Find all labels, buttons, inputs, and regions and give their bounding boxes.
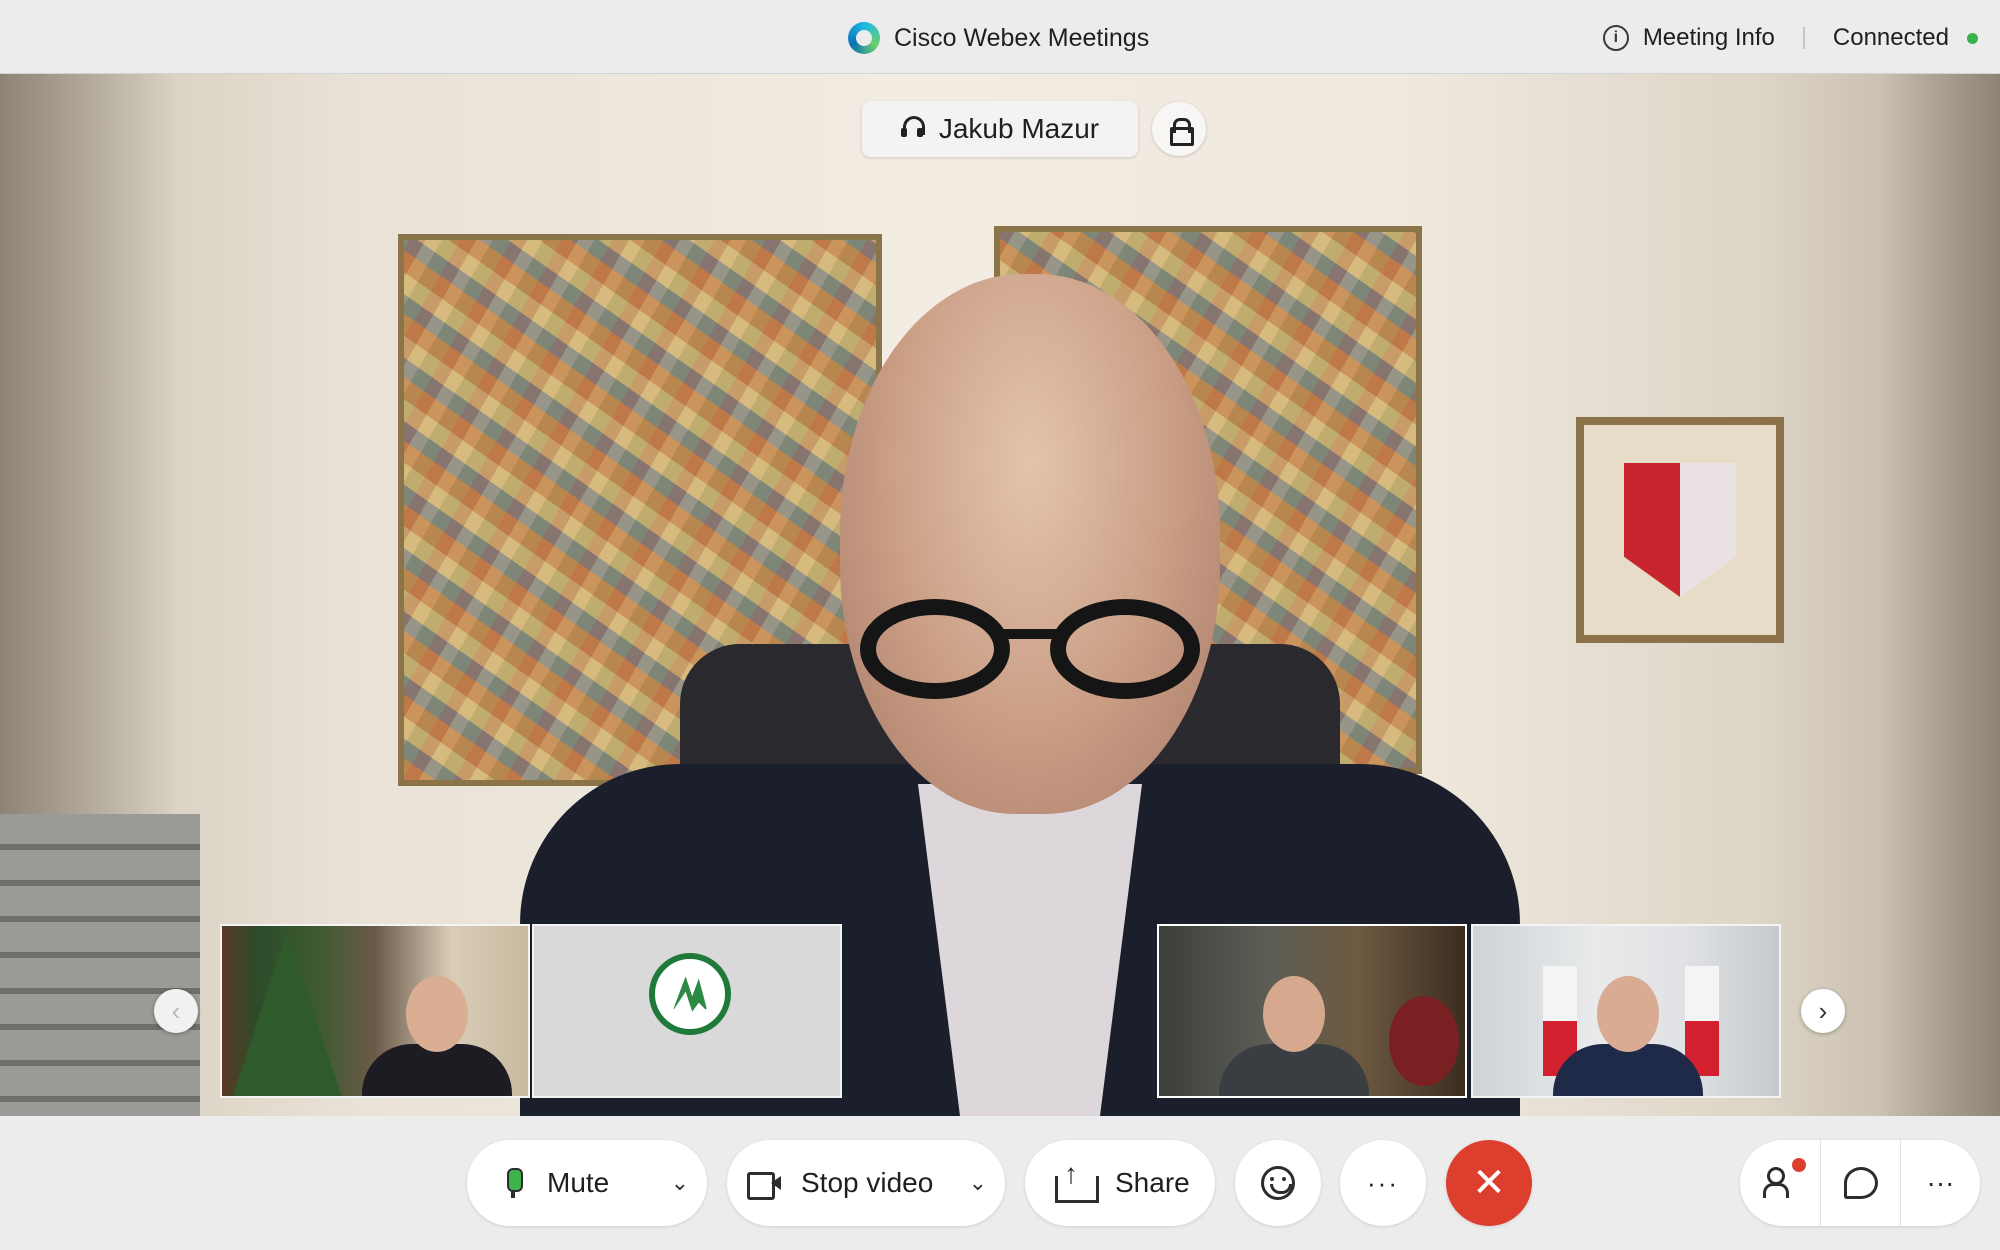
mute-label: Mute xyxy=(547,1167,610,1198)
info-icon: i xyxy=(1602,25,1629,51)
participant-figure xyxy=(1219,976,1369,1096)
share-icon xyxy=(1055,1158,1099,1203)
meeting-info-button[interactable]: i Meeting Info xyxy=(1602,24,1775,52)
divider xyxy=(1802,27,1805,49)
headset-icon xyxy=(900,116,925,142)
app-title-group: Cisco Webex Meetings xyxy=(848,18,1149,58)
participants-icon xyxy=(1763,1167,1797,1199)
webex-logo-icon xyxy=(848,22,880,54)
filmstrip-next-button[interactable]: › xyxy=(1801,989,1845,1033)
chevron-left-icon: ‹ xyxy=(171,995,181,1026)
participant-head xyxy=(1263,976,1325,1052)
meeting-info-label: Meeting Info xyxy=(1642,24,1775,51)
organization-logo xyxy=(649,953,731,1035)
participant-figure xyxy=(362,976,512,1096)
participants-button[interactable] xyxy=(1740,1140,1820,1226)
title-bar: Cisco Webex Meetings i Meeting Info Conn… xyxy=(0,0,2000,74)
participant-figure xyxy=(1553,976,1703,1096)
participant-thumbnail[interactable] xyxy=(532,924,842,1098)
lock-speaker-button[interactable] xyxy=(1152,102,1206,156)
active-speaker-name: Jakub Mazur xyxy=(938,113,1100,144)
notification-badge xyxy=(1792,1158,1806,1172)
chat-icon xyxy=(1843,1167,1878,1199)
reactions-button[interactable] xyxy=(1235,1140,1321,1226)
emoji-icon xyxy=(1261,1166,1295,1200)
video-background xyxy=(1880,74,2000,1116)
chat-button[interactable] xyxy=(1820,1140,1900,1226)
participant-thumbnail[interactable] xyxy=(1471,924,1781,1098)
glasses-lens xyxy=(860,599,1010,699)
participant-thumbnail[interactable] xyxy=(1157,924,1467,1098)
share-label: Share xyxy=(1115,1167,1190,1198)
lock-icon xyxy=(1170,118,1194,146)
pennant-image xyxy=(1624,463,1736,597)
background-framed-pennant xyxy=(1576,417,1784,643)
participant-body xyxy=(1553,1044,1703,1096)
panel-buttons-group: ··· xyxy=(1740,1140,1980,1226)
mute-button[interactable]: Mute ⌄ xyxy=(467,1140,707,1226)
stop-video-button[interactable]: Stop video ⌄ xyxy=(727,1140,1005,1226)
chevron-down-icon[interactable]: ⌄ xyxy=(671,1170,689,1196)
poinsettia-plant xyxy=(1389,996,1459,1086)
microphone-icon xyxy=(505,1168,523,1198)
close-icon: ✕ xyxy=(1472,1161,1506,1205)
connection-status-dot xyxy=(1967,32,1978,44)
share-button[interactable]: Share xyxy=(1025,1140,1215,1226)
more-options-button[interactable]: ··· xyxy=(1340,1140,1426,1226)
participant-head xyxy=(406,976,468,1052)
active-speaker-label: Jakub Mazur xyxy=(862,101,1138,157)
participant-body xyxy=(1219,1044,1369,1096)
connection-status: Connected xyxy=(1832,24,1949,51)
filmstrip-prev-button[interactable]: ‹ xyxy=(154,989,198,1033)
end-meeting-button[interactable]: ✕ xyxy=(1446,1140,1532,1226)
panel-more-button[interactable]: ··· xyxy=(1900,1140,1980,1226)
christmas-tree-image xyxy=(232,932,342,1096)
glasses-lens xyxy=(1050,599,1200,699)
speaker-head xyxy=(840,274,1220,814)
camera-icon xyxy=(747,1172,781,1200)
meeting-controls-bar: Mute ⌄ Stop video ⌄ Share ··· ✕ ··· xyxy=(0,1116,2000,1250)
participant-head xyxy=(1597,976,1659,1052)
more-icon: ··· xyxy=(1926,1167,1955,1198)
speaker-glasses xyxy=(860,599,1200,699)
background-cabinet xyxy=(0,814,200,1116)
stop-video-label: Stop video xyxy=(801,1167,934,1198)
more-icon: ··· xyxy=(1367,1167,1399,1198)
app-title: Cisco Webex Meetings xyxy=(894,23,1150,52)
participant-thumbnail[interactable] xyxy=(220,924,530,1098)
participant-body xyxy=(362,1044,512,1096)
chevron-down-icon[interactable]: ⌄ xyxy=(969,1170,987,1196)
titlebar-right: i Meeting Info Connected xyxy=(1602,18,1978,58)
chevron-right-icon: › xyxy=(1818,995,1828,1026)
